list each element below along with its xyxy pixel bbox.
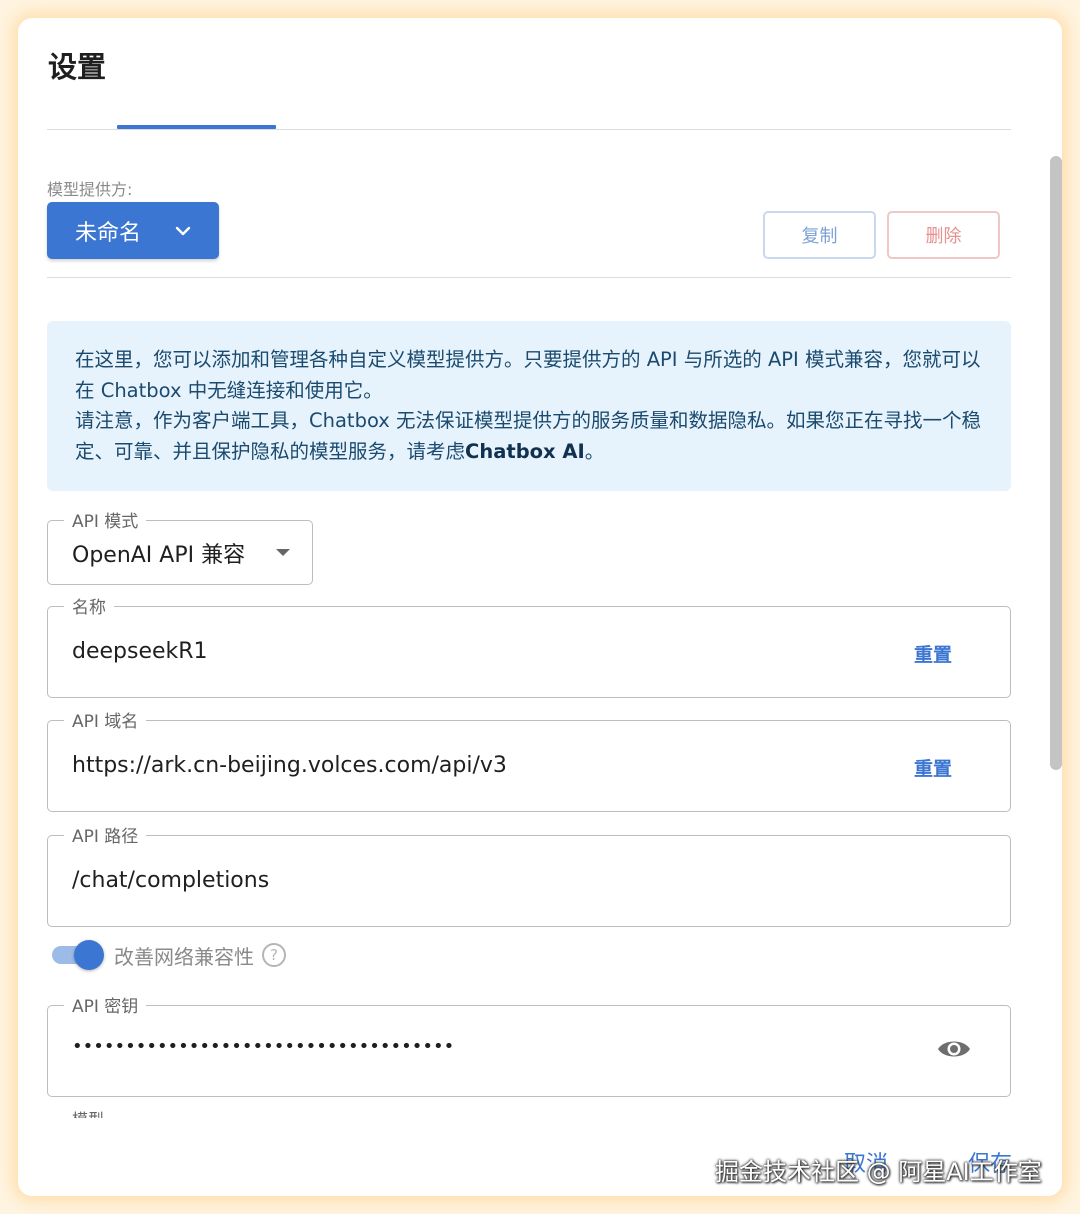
provider-select-value: 未命名 [75, 220, 142, 246]
network-compat-label: 改善网络兼容性 [114, 944, 254, 969]
scrollbar-thumb[interactable] [1050, 156, 1062, 770]
section-divider [47, 277, 1011, 278]
chatbox-ai-link[interactable]: Chatbox AI [465, 440, 585, 463]
api-mode-value: OpenAI API 兼容 [72, 543, 246, 568]
name-reset-button[interactable]: 重置 [914, 640, 952, 667]
api-host-label: API 域名 [64, 707, 147, 732]
watermark: 掘金技术社区 @ 阿星AI工作室 [715, 1158, 1042, 1186]
network-compat-row: 改善网络兼容性 ? [52, 940, 286, 970]
api-host-field[interactable]: API 域名 https://ark.cn-beijing.volces.com… [47, 707, 1011, 812]
dialog-title: 设置 [48, 50, 107, 84]
api-key-input[interactable]: •••••••••••••••••••••••••••••••••••• [72, 1036, 454, 1057]
chevron-down-icon [175, 226, 191, 236]
api-mode-select[interactable]: API 模式 OpenAI API 兼容 [47, 507, 313, 585]
delete-button[interactable]: 删除 [887, 211, 1000, 259]
copy-button[interactable]: 复制 [763, 211, 876, 259]
dropdown-arrow-icon [276, 549, 290, 556]
info-text-1: 在这里，您可以添加和管理各种自定义模型提供方。只要提供方的 API 与所选的 A… [75, 348, 981, 402]
eye-icon[interactable] [936, 1036, 972, 1062]
tab-active-indicator[interactable] [117, 125, 276, 129]
info-alert: 在这里，您可以添加和管理各种自定义模型提供方。只要提供方的 API 与所选的 A… [47, 321, 1011, 491]
provider-select[interactable]: 未命名 [47, 202, 219, 259]
api-key-field[interactable]: API 密钥 •••••••••••••••••••••••••••••••••… [47, 992, 1011, 1097]
model-label-partial: 模型 [72, 1106, 104, 1118]
name-label: 名称 [64, 593, 114, 618]
network-compat-toggle[interactable] [52, 940, 104, 970]
api-host-input[interactable]: https://ark.cn-beijing.volces.com/api/v3 [72, 753, 507, 778]
info-text-2: 请注意，作为客户端工具，Chatbox 无法保证模型提供方的服务质量和数据隐私。… [75, 409, 982, 463]
settings-dialog: 设置 模型提供方: 未命名 复制 删除 在这里，您可以添加和管理各种自定义模型提… [18, 18, 1062, 1196]
name-input[interactable]: deepseekR1 [72, 639, 208, 664]
api-mode-label: API 模式 [64, 507, 147, 532]
api-path-input[interactable]: /chat/completions [72, 868, 269, 893]
api-path-label: API 路径 [64, 822, 147, 847]
api-key-label: API 密钥 [64, 992, 147, 1017]
api-path-field[interactable]: API 路径 /chat/completions [47, 822, 1011, 927]
name-field[interactable]: 名称 deepseekR1 重置 [47, 593, 1011, 698]
tabs-divider [47, 129, 1011, 130]
toggle-knob[interactable] [74, 940, 104, 970]
provider-label: 模型提供方: [47, 180, 133, 199]
help-icon[interactable]: ? [262, 943, 286, 967]
api-host-reset-button[interactable]: 重置 [914, 754, 952, 781]
